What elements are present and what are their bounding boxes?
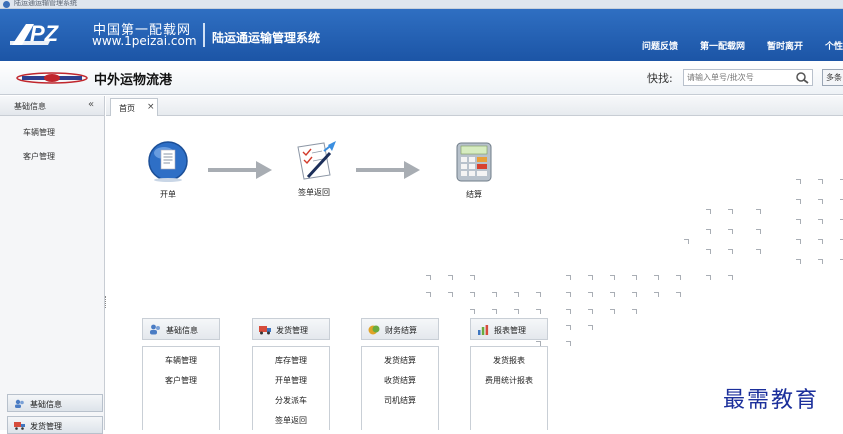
module-item-orders[interactable]: 开单管理 [253, 375, 329, 395]
window-titlebar: 陆运通运输管理系统 [0, 0, 843, 9]
collapse-icon[interactable]: « [88, 99, 94, 110]
module-menu: 发货报表 费用统计报表 [470, 346, 548, 430]
module-item-shipping-settlement[interactable]: 发货结算 [362, 355, 438, 375]
module-menu: 车辆管理 客户管理 [142, 346, 220, 430]
sidebar-header: 基础信息 « [0, 96, 104, 116]
module-basic-info: 基础信息 车辆管理 客户管理 [142, 318, 220, 430]
flow-step-create-order[interactable]: 开单 [148, 141, 188, 201]
module-header[interactable]: 发货管理 [252, 318, 330, 340]
sidebar-title: 基础信息 [14, 102, 46, 111]
quick-find-input[interactable] [683, 69, 813, 86]
module-item-shipping-report[interactable]: 发货报表 [471, 355, 547, 375]
flow-step-settlement[interactable]: 结算 [454, 141, 494, 201]
top-links: 问题反馈 第一配载网 暂时离开 个性 [620, 39, 843, 52]
search-icon[interactable] [795, 71, 809, 84]
top-banner: PZ 中国第一配载网 www.1peizai.com 陆运通运输管理系统 问题反… [0, 9, 843, 61]
feedback-link[interactable]: 问题反馈 [642, 39, 678, 52]
users-icon [150, 324, 160, 335]
truck-icon [259, 326, 271, 335]
money-icon [368, 325, 380, 335]
module-item-vehicles[interactable]: 车辆管理 [143, 355, 219, 375]
chart-icon [478, 325, 489, 335]
quick-find-label: 快找: [647, 72, 673, 85]
module-title: 报表管理 [494, 326, 526, 335]
module-item-cost-report[interactable]: 费用统计报表 [471, 375, 547, 395]
svg-text:PZ: PZ [30, 21, 60, 46]
module-item-dispatch[interactable]: 分发派车 [253, 395, 329, 415]
module-menu: 发货结算 收货结算 司机结算 [361, 346, 439, 430]
more-button[interactable]: 多条 [822, 69, 843, 86]
tab-bar: 首页 × [106, 96, 843, 116]
document-globe-icon [148, 141, 188, 182]
calculator-icon [456, 142, 492, 182]
leave-link[interactable]: 暂时离开 [767, 39, 803, 52]
sidebar-item-vehicles[interactable]: 车辆管理 [23, 127, 55, 138]
users-icon [15, 399, 24, 408]
module-title: 财务结算 [385, 326, 417, 335]
module-shipping: 发货管理 库存管理 开单管理 分发派车 签单返回 [252, 318, 330, 430]
personal-link[interactable]: 个性 [825, 39, 843, 52]
sidebar-footer-label: 基础信息 [30, 400, 62, 409]
module-item-customers[interactable]: 客户管理 [143, 375, 219, 395]
sidebar: 基础信息 « 车辆管理 客户管理 基础信息 发货管理 [0, 96, 105, 434]
system-title: 陆运通运输管理系统 [212, 31, 321, 45]
flow-step-label: 开单 [160, 190, 176, 199]
banner-divider [203, 23, 205, 47]
company-logo-icon [16, 72, 88, 84]
app-icon [3, 1, 10, 8]
sidebar-footer-shipping[interactable]: 发货管理 [7, 416, 103, 434]
watermark-text: 最需教育 [723, 388, 820, 413]
module-item-inventory[interactable]: 库存管理 [253, 355, 329, 375]
module-title: 发货管理 [276, 326, 308, 335]
module-reports: 报表管理 发货报表 费用统计报表 [470, 318, 548, 430]
close-icon[interactable]: × [147, 102, 155, 112]
peizai-logo-icon: PZ [10, 21, 60, 46]
flow-step-label: 签单返回 [298, 188, 330, 197]
logo-url: www.1peizai.com [92, 34, 197, 48]
window-title: 陆运通运输管理系统 [14, 0, 77, 7]
company-name: 中外运物流港 [94, 73, 173, 88]
company-header: 中外运物流港 快找: 多条 [0, 61, 843, 95]
module-header[interactable]: 财务结算 [361, 318, 439, 340]
module-title: 基础信息 [166, 326, 198, 335]
module-item-sign-return[interactable]: 签单返回 [253, 415, 329, 430]
sign-document-icon [297, 141, 336, 180]
module-menu: 库存管理 开单管理 分发派车 签单返回 [252, 346, 330, 430]
flow-arrow-icon [356, 161, 420, 179]
truck-icon [14, 422, 25, 430]
module-header[interactable]: 基础信息 [142, 318, 220, 340]
tab-label: 首页 [119, 104, 135, 113]
sidebar-footer-basic-info[interactable]: 基础信息 [7, 394, 103, 412]
flow-arrow-icon [208, 161, 272, 179]
module-item-driver-settlement[interactable]: 司机结算 [362, 395, 438, 415]
sidebar-item-customers[interactable]: 客户管理 [23, 151, 55, 162]
module-item-receiving-settlement[interactable]: 收货结算 [362, 375, 438, 395]
tab-home[interactable]: 首页 × [110, 98, 158, 116]
flow-step-sign-return[interactable]: 签单返回 [294, 139, 336, 199]
module-header[interactable]: 报表管理 [470, 318, 548, 340]
module-finance: 财务结算 发货结算 收货结算 司机结算 [361, 318, 439, 430]
peizai-site-link[interactable]: 第一配载网 [700, 39, 745, 52]
flow-step-label: 结算 [466, 190, 482, 199]
